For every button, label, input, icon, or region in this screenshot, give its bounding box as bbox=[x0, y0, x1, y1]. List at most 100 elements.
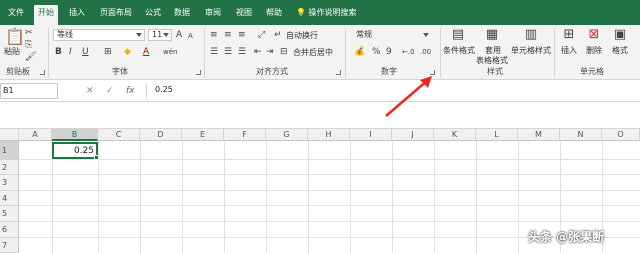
align-left-icon[interactable]: ☰ bbox=[210, 47, 218, 57]
align-middle-icon[interactable]: ≡ bbox=[224, 30, 232, 40]
increase-decimal-button[interactable]: ←.0 bbox=[402, 47, 415, 57]
underline-button[interactable]: U bbox=[82, 47, 89, 57]
wrap-text-icon[interactable]: ↵ bbox=[274, 30, 282, 40]
wrap-text-button[interactable]: 自动换行 bbox=[286, 30, 318, 41]
font-launcher-icon[interactable] bbox=[196, 70, 201, 75]
conditional-format-icon[interactable]: ▤ bbox=[450, 27, 466, 43]
format-cells-button[interactable]: 格式 bbox=[612, 45, 628, 56]
grow-font-icon[interactable]: A bbox=[176, 30, 182, 40]
cut-icon[interactable]: ✂ bbox=[25, 28, 33, 38]
tab-help[interactable]: 帮助 bbox=[262, 5, 286, 23]
column-header[interactable]: N bbox=[560, 129, 602, 141]
column-header[interactable]: M bbox=[518, 129, 560, 141]
insert-cells-icon[interactable]: ⊞ bbox=[561, 27, 577, 43]
ribbon-tab-bar: 文件 开始 插入 页面布局 公式 数据 审阅 视图 帮助 💡 操作说明搜索 bbox=[0, 0, 640, 25]
cell-styles-icon[interactable]: ▥ bbox=[523, 27, 539, 43]
alignment-launcher-icon[interactable] bbox=[336, 70, 341, 75]
column-header[interactable]: L bbox=[476, 129, 518, 141]
align-bottom-icon[interactable]: ≡ bbox=[238, 30, 246, 40]
format-painter-icon[interactable]: 🖌 bbox=[25, 52, 36, 62]
shrink-font-icon[interactable]: A bbox=[188, 31, 193, 41]
font-size-dropdown[interactable]: 11 bbox=[148, 29, 172, 41]
grid-line bbox=[19, 205, 640, 206]
row-header[interactable]: 5 bbox=[0, 206, 19, 222]
currency-icon[interactable]: 💰 bbox=[354, 47, 365, 57]
paste-button[interactable]: 粘贴 bbox=[4, 46, 20, 57]
insert-cells-button[interactable]: 插入 bbox=[561, 45, 577, 56]
separator bbox=[204, 28, 205, 78]
name-box[interactable]: B1 bbox=[0, 83, 58, 99]
column-header[interactable]: C bbox=[98, 129, 140, 141]
font-name-dropdown[interactable]: 等线 bbox=[53, 29, 145, 41]
grid-line bbox=[19, 221, 640, 222]
annotation-arrow bbox=[385, 76, 432, 117]
tab-data[interactable]: 数据 bbox=[170, 5, 194, 23]
column-header[interactable]: H bbox=[308, 129, 350, 141]
row-header[interactable]: 7 bbox=[0, 238, 19, 253]
increase-indent-icon[interactable]: ⇥ bbox=[266, 47, 274, 57]
delete-cells-icon[interactable]: ⊠ bbox=[586, 27, 602, 43]
cell-b1[interactable]: 0.25 bbox=[52, 142, 98, 159]
conditional-format-button[interactable]: 条件格式 bbox=[443, 45, 475, 56]
align-right-icon[interactable]: ☰ bbox=[238, 47, 246, 57]
decrease-decimal-button[interactable]: .00 bbox=[420, 47, 431, 57]
insert-function-button[interactable]: fx bbox=[126, 86, 135, 96]
number-format-dropdown[interactable]: 常规 bbox=[352, 29, 432, 41]
fill-handle[interactable] bbox=[94, 155, 99, 160]
delete-cells-button[interactable]: 删除 bbox=[586, 45, 602, 56]
border-icon[interactable]: ⊞ bbox=[104, 47, 112, 57]
cell-styles-button[interactable]: 单元格样式 bbox=[511, 45, 551, 56]
tab-formulas[interactable]: 公式 bbox=[141, 5, 165, 23]
tab-page-layout[interactable]: 页面布局 bbox=[96, 5, 136, 23]
column-header[interactable]: G bbox=[266, 129, 308, 141]
format-cells-icon[interactable]: ▣ bbox=[612, 27, 628, 43]
row-header[interactable]: 1 bbox=[0, 141, 19, 160]
merge-center-icon[interactable]: ⊟ bbox=[280, 47, 288, 57]
styles-group-label: 样式 bbox=[487, 67, 503, 76]
bold-button[interactable]: B bbox=[55, 47, 62, 57]
column-header[interactable]: O bbox=[602, 129, 640, 141]
column-header[interactable]: A bbox=[19, 129, 52, 141]
format-as-table-icon[interactable]: ▦ bbox=[484, 27, 500, 43]
column-header[interactable]: E bbox=[182, 129, 224, 141]
clipboard-group-label: 剪贴板 bbox=[6, 67, 30, 76]
align-center-icon[interactable]: ☰ bbox=[224, 47, 232, 57]
fill-color-icon[interactable]: ◆ bbox=[124, 47, 131, 57]
column-header[interactable]: D bbox=[140, 129, 182, 141]
column-header[interactable]: F bbox=[224, 129, 266, 141]
row-header[interactable]: 4 bbox=[0, 191, 19, 206]
cancel-icon[interactable]: ✕ bbox=[86, 86, 94, 96]
column-header[interactable]: K bbox=[434, 129, 476, 141]
copy-icon[interactable]: ⎘ bbox=[25, 40, 32, 50]
phonetic-icon[interactable]: wén bbox=[163, 47, 177, 57]
select-all-corner[interactable] bbox=[0, 129, 19, 141]
align-top-icon[interactable]: ≡ bbox=[210, 30, 218, 40]
merge-center-button[interactable]: 合并后居中 bbox=[293, 47, 333, 58]
row-header[interactable]: 6 bbox=[0, 222, 19, 238]
italic-button[interactable]: I bbox=[69, 47, 72, 57]
paste-icon[interactable]: 📋 bbox=[5, 28, 25, 46]
percent-button[interactable]: % bbox=[372, 47, 381, 57]
search-box[interactable]: 💡 操作说明搜索 bbox=[292, 5, 361, 23]
column-header[interactable]: I bbox=[350, 129, 392, 141]
tab-insert[interactable]: 插入 bbox=[65, 5, 89, 23]
clipboard-launcher-icon[interactable] bbox=[40, 70, 45, 75]
column-header[interactable]: J bbox=[392, 129, 434, 141]
comma-button[interactable]: 9 bbox=[386, 47, 392, 57]
lightbulb-icon: 💡 bbox=[296, 8, 306, 17]
separator bbox=[554, 28, 555, 78]
format-as-table-line2[interactable]: 表格格式 bbox=[476, 55, 508, 66]
decrease-indent-icon[interactable]: ⇤ bbox=[254, 47, 262, 57]
row-header[interactable]: 3 bbox=[0, 175, 19, 191]
row-header[interactable]: 2 bbox=[0, 160, 19, 175]
separator bbox=[48, 28, 49, 78]
tab-home[interactable]: 开始 bbox=[34, 5, 58, 25]
column-header[interactable]: B bbox=[52, 129, 98, 141]
watermark-text: 头条 @张果断 bbox=[528, 230, 605, 244]
font-color-icon[interactable]: A bbox=[143, 47, 149, 57]
tab-file[interactable]: 文件 bbox=[4, 5, 28, 23]
tab-view[interactable]: 视图 bbox=[232, 5, 256, 23]
enter-icon[interactable]: ✓ bbox=[106, 86, 114, 96]
tab-review[interactable]: 审阅 bbox=[201, 5, 225, 23]
orientation-icon[interactable]: ⤢ bbox=[258, 30, 265, 40]
